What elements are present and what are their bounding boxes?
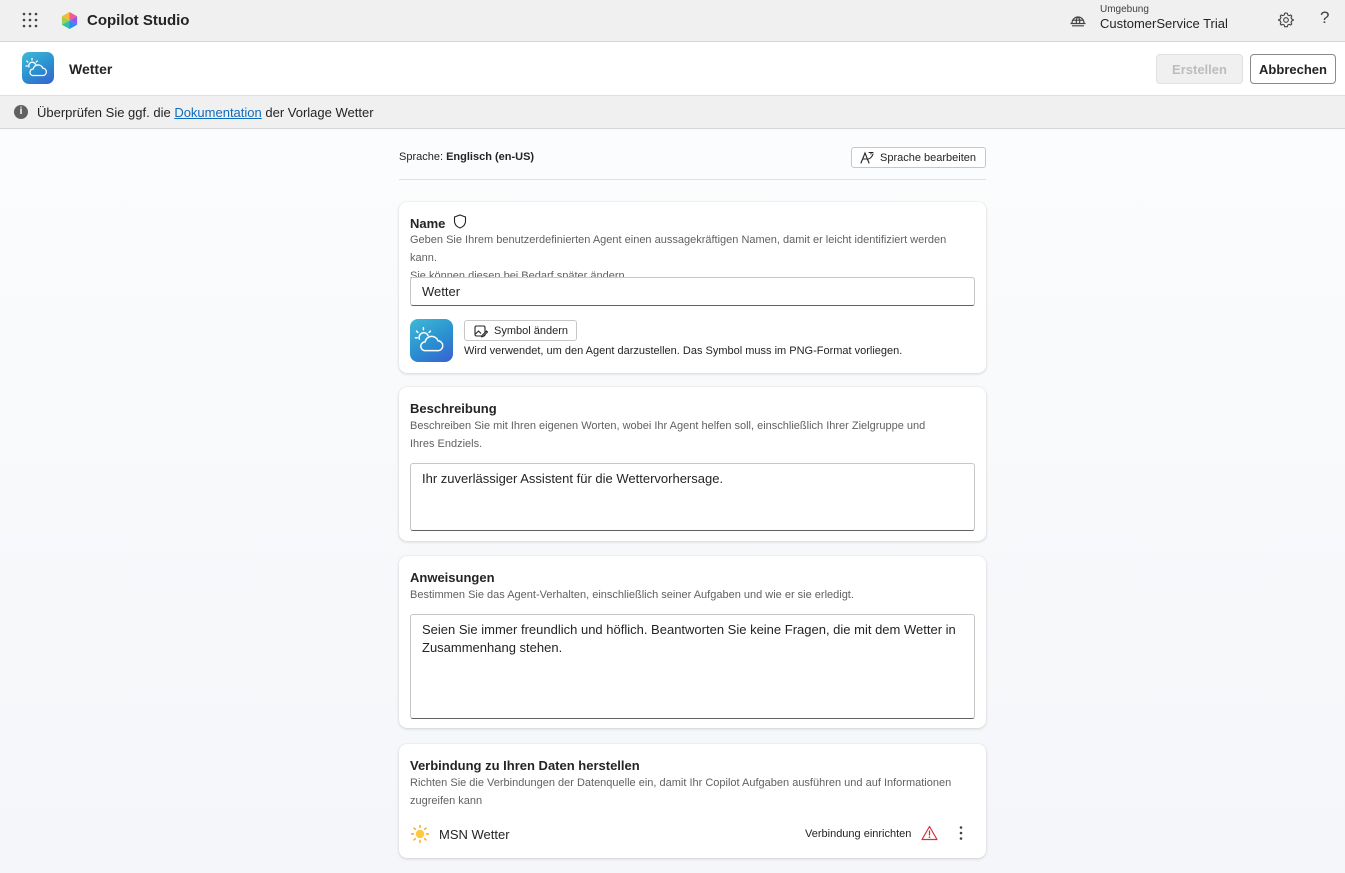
- description-textarea[interactable]: Ihr zuverlässiger Assistent für die Wett…: [410, 463, 975, 531]
- description-title: Beschreibung: [410, 401, 497, 416]
- warning-icon[interactable]: [921, 825, 938, 841]
- agent-header: Wetter Erstellen Abbrechen: [0, 42, 1345, 96]
- connection-card: Verbindung zu Ihren Daten herstellen Ric…: [399, 744, 986, 858]
- description-card: Beschreibung Beschreiben Sie mit Ihren e…: [399, 387, 986, 541]
- info-bar: i Überprüfen Sie ggf. die Dokumentation …: [0, 96, 1345, 129]
- language-row: Sprache: Englisch (en-US) Sprache bearbe…: [399, 147, 986, 180]
- description-help: Beschreiben Sie mit Ihren eigenen Worten…: [410, 420, 926, 450]
- cancel-button[interactable]: Abbrechen: [1250, 54, 1336, 84]
- connection-help: Richten Sie die Verbindungen der Datenqu…: [410, 777, 952, 807]
- help-icon[interactable]: ?: [1320, 8, 1329, 28]
- language-text: Sprache: Englisch (en-US): [399, 151, 534, 163]
- sun-icon: [410, 824, 430, 844]
- name-card: Name Geben Sie Ihrem benutzerdefinierten…: [399, 202, 986, 373]
- change-icon-button[interactable]: Symbol ändern: [464, 320, 577, 341]
- agent-symbol-preview: [410, 319, 453, 362]
- edit-language-label: Sprache bearbeiten: [879, 151, 976, 164]
- app-launcher-icon[interactable]: [22, 12, 38, 28]
- info-icon: i: [14, 105, 28, 119]
- translate-icon: [860, 151, 874, 164]
- agent-avatar: [22, 52, 54, 84]
- copilot-studio-logo: [61, 11, 78, 30]
- environment-name[interactable]: CustomerService Trial: [1100, 16, 1228, 31]
- name-description-line1: Geben Sie Ihrem benutzerdefinierten Agen…: [410, 234, 947, 264]
- setup-connection-link[interactable]: Verbindung einrichten: [805, 828, 911, 840]
- documentation-link[interactable]: Dokumentation: [174, 105, 261, 120]
- language-label: Sprache:: [399, 151, 444, 163]
- more-vertical-icon[interactable]: [952, 824, 970, 842]
- agent-title: Wetter: [69, 61, 113, 77]
- connection-title: Verbindung zu Ihren Daten herstellen: [410, 758, 640, 773]
- info-text-before: Überprüfen Sie ggf. die: [37, 105, 175, 120]
- create-button[interactable]: Erstellen: [1156, 54, 1243, 84]
- main-content: Sprache: Englisch (en-US) Sprache bearbe…: [0, 129, 1345, 873]
- gear-icon[interactable]: [1277, 11, 1295, 29]
- edit-language-button[interactable]: Sprache bearbeiten: [850, 147, 986, 168]
- info-text-after: der Vorlage Wetter: [261, 105, 374, 120]
- top-bar: Copilot Studio Umgebung CustomerService …: [0, 0, 1345, 42]
- app-title: Copilot Studio: [87, 12, 190, 29]
- image-edit-icon: [474, 325, 488, 338]
- shield-icon: [453, 214, 467, 229]
- data-source-name: MSN Wetter: [439, 827, 510, 842]
- icon-hint: Wird verwendet, um den Agent darzustelle…: [464, 345, 903, 357]
- globe-icon: [1070, 16, 1086, 27]
- weather-cloud-sun-icon: [25, 57, 47, 77]
- weather-cloud-sun-icon: [414, 326, 444, 352]
- instructions-help: Bestimmen Sie das Agent-Verhalten, einsc…: [410, 589, 854, 601]
- language-value: Englisch (en-US): [446, 151, 535, 163]
- environment-label: Umgebung: [1100, 4, 1149, 15]
- info-message: Überprüfen Sie ggf. die Dokumentation de…: [37, 105, 374, 120]
- instructions-card: Anweisungen Bestimmen Sie das Agent-Verh…: [399, 556, 986, 728]
- instructions-title: Anweisungen: [410, 570, 495, 585]
- change-icon-label: Symbol ändern: [494, 324, 568, 337]
- name-input[interactable]: [410, 277, 975, 306]
- name-title: Name: [410, 216, 446, 231]
- instructions-textarea[interactable]: Seien Sie immer freundlich und höflich. …: [410, 614, 975, 719]
